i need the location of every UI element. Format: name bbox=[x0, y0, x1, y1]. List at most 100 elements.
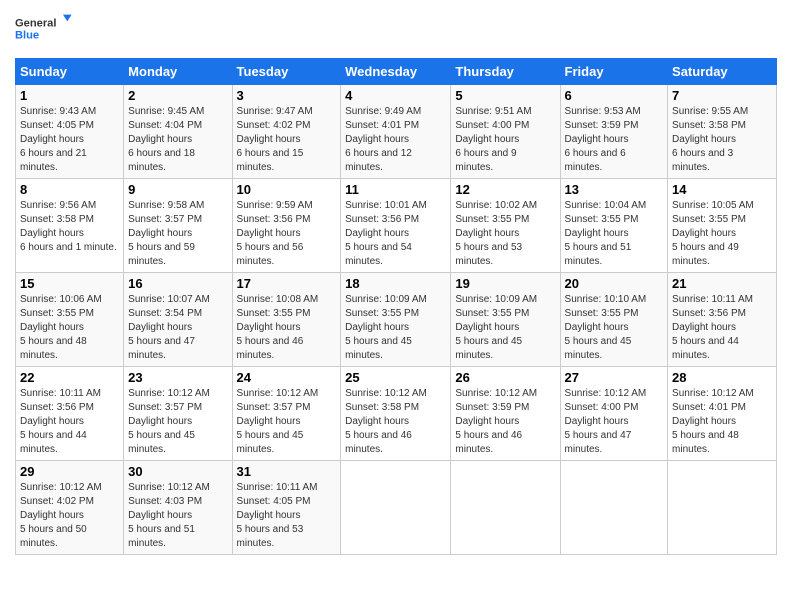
header: General Blue bbox=[15, 10, 777, 50]
day-number: 29 bbox=[20, 464, 119, 479]
sunset-label: Sunset: 3:56 PM bbox=[345, 214, 419, 225]
calendar-container: General Blue SundayMondayTuesdayWednesda… bbox=[0, 0, 792, 565]
sunset-label: Sunset: 3:57 PM bbox=[128, 214, 202, 225]
sunrise-label: Sunrise: 10:11 AM bbox=[672, 294, 753, 305]
day-cell: 14 Sunrise: 10:05 AM Sunset: 3:55 PM Day… bbox=[668, 179, 777, 273]
week-row-5: 29 Sunrise: 10:12 AM Sunset: 4:02 PM Day… bbox=[16, 461, 777, 555]
week-row-4: 22 Sunrise: 10:11 AM Sunset: 3:56 PM Day… bbox=[16, 367, 777, 461]
day-number: 12 bbox=[455, 182, 555, 197]
daylight-label: Daylight hours bbox=[237, 228, 301, 239]
sunset-label: Sunset: 4:05 PM bbox=[237, 496, 311, 507]
day-number: 28 bbox=[672, 370, 772, 385]
day-info: Sunrise: 10:07 AM Sunset: 3:54 PM Daylig… bbox=[128, 293, 227, 363]
day-number: 23 bbox=[128, 370, 227, 385]
week-row-3: 15 Sunrise: 10:06 AM Sunset: 3:55 PM Day… bbox=[16, 273, 777, 367]
daylight-value: 6 hours and 9 minutes. bbox=[455, 148, 516, 173]
day-info: Sunrise: 9:51 AM Sunset: 4:00 PM Dayligh… bbox=[455, 105, 555, 175]
sunset-label: Sunset: 3:55 PM bbox=[455, 308, 529, 319]
day-cell: 10 Sunrise: 9:59 AM Sunset: 3:56 PM Dayl… bbox=[232, 179, 341, 273]
sunrise-label: Sunrise: 10:12 AM bbox=[345, 388, 427, 399]
sunrise-label: Sunrise: 10:12 AM bbox=[672, 388, 754, 399]
day-cell: 9 Sunrise: 9:58 AM Sunset: 3:57 PM Dayli… bbox=[124, 179, 232, 273]
sunset-label: Sunset: 3:55 PM bbox=[455, 214, 529, 225]
sunrise-label: Sunrise: 10:11 AM bbox=[237, 482, 318, 493]
sunset-label: Sunset: 3:55 PM bbox=[237, 308, 311, 319]
sunset-label: Sunset: 4:03 PM bbox=[128, 496, 202, 507]
daylight-value: 5 hours and 45 minutes. bbox=[565, 336, 632, 361]
day-number: 5 bbox=[455, 88, 555, 103]
daylight-value: 5 hours and 51 minutes. bbox=[565, 242, 632, 267]
day-cell: 20 Sunrise: 10:10 AM Sunset: 3:55 PM Day… bbox=[560, 273, 668, 367]
col-header-friday: Friday bbox=[560, 59, 668, 85]
daylight-label: Daylight hours bbox=[455, 134, 519, 145]
day-info: Sunrise: 10:12 AM Sunset: 3:58 PM Daylig… bbox=[345, 387, 446, 457]
sunset-label: Sunset: 3:55 PM bbox=[672, 214, 746, 225]
day-info: Sunrise: 9:55 AM Sunset: 3:58 PM Dayligh… bbox=[672, 105, 772, 175]
day-cell: 18 Sunrise: 10:09 AM Sunset: 3:55 PM Day… bbox=[341, 273, 451, 367]
sunrise-label: Sunrise: 10:09 AM bbox=[455, 294, 537, 305]
day-cell bbox=[560, 461, 668, 555]
sunset-label: Sunset: 3:58 PM bbox=[20, 214, 94, 225]
day-number: 2 bbox=[128, 88, 227, 103]
daylight-value: 5 hours and 53 minutes. bbox=[455, 242, 522, 267]
sunset-label: Sunset: 3:58 PM bbox=[345, 402, 419, 413]
day-info: Sunrise: 10:12 AM Sunset: 4:02 PM Daylig… bbox=[20, 481, 119, 551]
daylight-label: Daylight hours bbox=[565, 322, 629, 333]
day-number: 21 bbox=[672, 276, 772, 291]
day-info: Sunrise: 10:11 AM Sunset: 4:05 PM Daylig… bbox=[237, 481, 337, 551]
day-info: Sunrise: 9:43 AM Sunset: 4:05 PM Dayligh… bbox=[20, 105, 119, 175]
daylight-value: 5 hours and 47 minutes. bbox=[565, 430, 632, 455]
day-info: Sunrise: 10:01 AM Sunset: 3:56 PM Daylig… bbox=[345, 199, 446, 269]
day-cell: 4 Sunrise: 9:49 AM Sunset: 4:01 PM Dayli… bbox=[341, 85, 451, 179]
sunrise-label: Sunrise: 10:06 AM bbox=[20, 294, 102, 305]
daylight-value: 5 hours and 54 minutes. bbox=[345, 242, 412, 267]
sunrise-label: Sunrise: 9:51 AM bbox=[455, 106, 531, 117]
day-number: 16 bbox=[128, 276, 227, 291]
day-info: Sunrise: 10:02 AM Sunset: 3:55 PM Daylig… bbox=[455, 199, 555, 269]
day-cell: 16 Sunrise: 10:07 AM Sunset: 3:54 PM Day… bbox=[124, 273, 232, 367]
day-info: Sunrise: 10:12 AM Sunset: 3:57 PM Daylig… bbox=[128, 387, 227, 457]
sunrise-label: Sunrise: 10:10 AM bbox=[565, 294, 647, 305]
day-info: Sunrise: 10:09 AM Sunset: 3:55 PM Daylig… bbox=[345, 293, 446, 363]
col-header-saturday: Saturday bbox=[668, 59, 777, 85]
sunrise-label: Sunrise: 10:02 AM bbox=[455, 200, 537, 211]
daylight-label: Daylight hours bbox=[237, 416, 301, 427]
sunrise-label: Sunrise: 10:12 AM bbox=[128, 482, 210, 493]
sunset-label: Sunset: 4:01 PM bbox=[672, 402, 746, 413]
sunrise-label: Sunrise: 10:12 AM bbox=[237, 388, 319, 399]
day-info: Sunrise: 10:09 AM Sunset: 3:55 PM Daylig… bbox=[455, 293, 555, 363]
daylight-label: Daylight hours bbox=[455, 228, 519, 239]
daylight-label: Daylight hours bbox=[455, 416, 519, 427]
day-number: 9 bbox=[128, 182, 227, 197]
sunrise-label: Sunrise: 10:09 AM bbox=[345, 294, 427, 305]
day-info: Sunrise: 10:12 AM Sunset: 4:03 PM Daylig… bbox=[128, 481, 227, 551]
sunset-label: Sunset: 4:01 PM bbox=[345, 120, 419, 131]
sunrise-label: Sunrise: 10:07 AM bbox=[128, 294, 210, 305]
day-cell: 21 Sunrise: 10:11 AM Sunset: 3:56 PM Day… bbox=[668, 273, 777, 367]
day-info: Sunrise: 10:11 AM Sunset: 3:56 PM Daylig… bbox=[20, 387, 119, 457]
daylight-label: Daylight hours bbox=[345, 416, 409, 427]
sunset-label: Sunset: 4:02 PM bbox=[237, 120, 311, 131]
sunrise-label: Sunrise: 9:47 AM bbox=[237, 106, 313, 117]
daylight-label: Daylight hours bbox=[672, 228, 736, 239]
day-number: 22 bbox=[20, 370, 119, 385]
daylight-value: 5 hours and 44 minutes. bbox=[672, 336, 739, 361]
day-info: Sunrise: 10:12 AM Sunset: 4:01 PM Daylig… bbox=[672, 387, 772, 457]
day-cell: 24 Sunrise: 10:12 AM Sunset: 3:57 PM Day… bbox=[232, 367, 341, 461]
day-info: Sunrise: 9:58 AM Sunset: 3:57 PM Dayligh… bbox=[128, 199, 227, 269]
day-info: Sunrise: 9:53 AM Sunset: 3:59 PM Dayligh… bbox=[565, 105, 664, 175]
sunset-label: Sunset: 4:00 PM bbox=[565, 402, 639, 413]
sunrise-label: Sunrise: 10:05 AM bbox=[672, 200, 754, 211]
day-info: Sunrise: 10:12 AM Sunset: 4:00 PM Daylig… bbox=[565, 387, 664, 457]
sunrise-label: Sunrise: 9:43 AM bbox=[20, 106, 96, 117]
sunset-label: Sunset: 3:56 PM bbox=[237, 214, 311, 225]
day-info: Sunrise: 10:06 AM Sunset: 3:55 PM Daylig… bbox=[20, 293, 119, 363]
daylight-label: Daylight hours bbox=[565, 416, 629, 427]
sunset-label: Sunset: 4:04 PM bbox=[128, 120, 202, 131]
col-header-tuesday: Tuesday bbox=[232, 59, 341, 85]
sunset-label: Sunset: 4:02 PM bbox=[20, 496, 94, 507]
sunrise-label: Sunrise: 10:12 AM bbox=[20, 482, 102, 493]
day-cell bbox=[451, 461, 560, 555]
svg-text:General: General bbox=[15, 18, 56, 30]
daylight-label: Daylight hours bbox=[345, 134, 409, 145]
